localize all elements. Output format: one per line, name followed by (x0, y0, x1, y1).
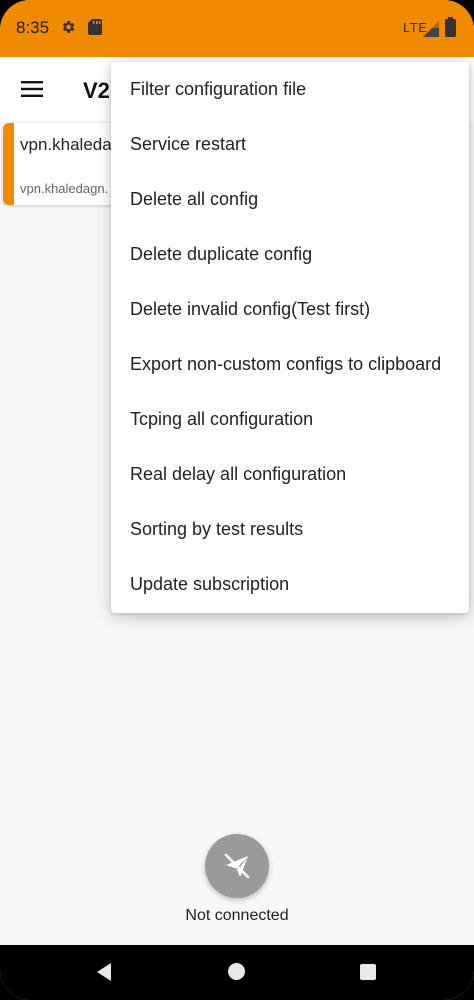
menu-item-label: Delete invalid config(Test first) (130, 299, 371, 319)
menu-item-label: Delete all config (130, 189, 259, 209)
screen: 8:35 LTE V2 vpn.khaleda vpn.khaledagn. F… (0, 0, 474, 1000)
menu-item-label: Delete duplicate config (130, 244, 313, 264)
server-name: vpn.khaleda (20, 135, 112, 154)
menu-item-label: Service restart (130, 134, 247, 154)
menu-item-sort-results[interactable]: Sorting by test results (111, 502, 469, 557)
menu-item-label: Filter configuration file (130, 79, 307, 99)
menu-item-delete-duplicate[interactable]: Delete duplicate config (111, 227, 469, 282)
menu-item-export-configs[interactable]: Export non-custom configs to clipboard (111, 337, 469, 392)
menu-item-real-delay-all[interactable]: Real delay all configuration (111, 447, 469, 502)
menu-item-label: Tcping all configuration (130, 409, 314, 429)
server-address: vpn.khaledagn. (20, 181, 109, 196)
menu-item-update-subscription[interactable]: Update subscription (111, 557, 469, 612)
signal-icon (423, 21, 439, 37)
menu-item-tcping-all[interactable]: Tcping all configuration (111, 392, 469, 447)
menu-item-delete-invalid[interactable]: Delete invalid config(Test first) (111, 282, 469, 337)
menu-item-service-restart[interactable]: Service restart (111, 117, 469, 172)
menu-item-label: Real delay all configuration (130, 464, 347, 484)
menu-item-label: Update subscription (130, 574, 290, 594)
app-title: V2 (83, 78, 110, 103)
connection-status: Not connected (185, 907, 289, 924)
status-bar: 8:35 LTE (0, 0, 474, 57)
back-icon[interactable] (95, 962, 113, 982)
disconnected-plane-icon (224, 853, 250, 879)
battery-icon (445, 17, 456, 37)
hamburger-menu-icon[interactable] (20, 77, 44, 101)
menu-item-label: Export non-custom configs to clipboard (130, 354, 442, 374)
overflow-menu: Filter configuration file Service restar… (111, 62, 469, 613)
menu-item-filter-config[interactable]: Filter configuration file (111, 62, 469, 117)
menu-item-label: Sorting by test results (130, 519, 304, 539)
recents-icon[interactable] (360, 964, 376, 980)
home-icon[interactable] (228, 963, 245, 980)
connect-button[interactable] (205, 834, 269, 898)
menu-item-delete-all[interactable]: Delete all config (111, 172, 469, 227)
sd-card-icon (88, 19, 102, 35)
status-time: 8:35 (16, 18, 50, 37)
selected-indicator (3, 123, 14, 205)
gear-icon (62, 21, 75, 33)
